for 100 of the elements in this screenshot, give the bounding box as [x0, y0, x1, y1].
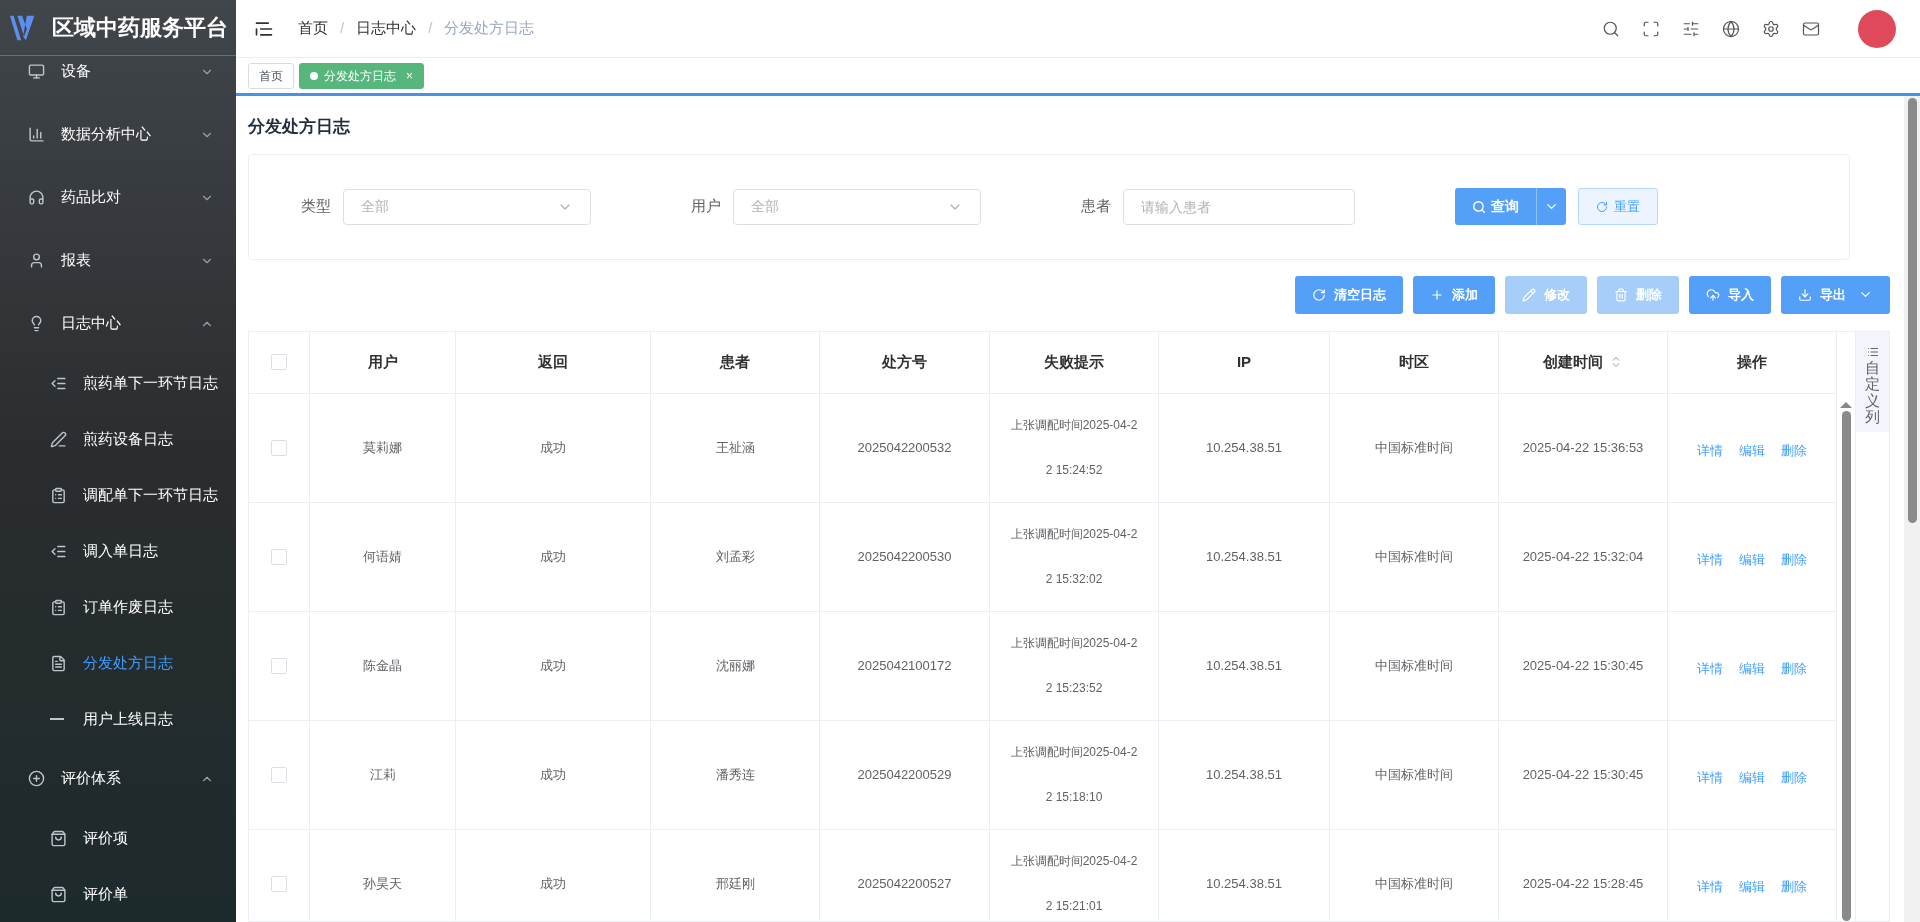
action-link[interactable]: 详情	[1697, 658, 1723, 679]
close-icon[interactable]: ×	[406, 66, 413, 85]
page-title: 分发处方日志	[248, 116, 351, 138]
page-tab[interactable]: 首页	[248, 62, 294, 89]
filter-label: 类型	[301, 196, 331, 217]
app-title: 区域中药服务平台	[52, 14, 228, 42]
action-link[interactable]: 编辑	[1739, 767, 1765, 788]
column-header: 处方号	[820, 331, 990, 393]
sidebar-item[interactable]: 报表	[0, 229, 236, 292]
table-cell-text: 2025-04-22 15:36:53	[1522, 438, 1644, 457]
table-cell-text: 2025-04-22 15:30:45	[1522, 765, 1644, 784]
sidebar-subitem[interactable]: 订单作废日志	[0, 579, 236, 635]
checkbox[interactable]	[271, 548, 287, 565]
sidebar-subitem[interactable]: 分发处方日志	[0, 635, 236, 691]
checkbox[interactable]	[271, 657, 287, 674]
toolbar-button[interactable]: 清空日志	[1295, 275, 1403, 314]
list-icon	[1866, 345, 1879, 358]
sidebar-subitem[interactable]: 调入单日志	[0, 523, 236, 579]
fullscreen-icon[interactable]	[1642, 19, 1660, 38]
sidebar-item[interactable]: 日志中心	[0, 292, 236, 355]
toolbar-button[interactable]: 导出	[1781, 275, 1890, 314]
document-icon	[50, 654, 67, 672]
toolbar-button[interactable]: 导入	[1689, 275, 1771, 314]
settings-icon[interactable]	[1762, 19, 1780, 38]
action-link[interactable]: 删除	[1781, 658, 1807, 679]
action-link[interactable]: 编辑	[1739, 876, 1765, 897]
sidebar-subitem[interactable]: 评价项	[0, 810, 236, 866]
action-link[interactable]: 编辑	[1739, 440, 1765, 461]
clipboard-icon	[50, 486, 67, 504]
refresh-icon	[1596, 200, 1608, 213]
sidebar-subitem[interactable]: 煎药设备日志	[0, 411, 236, 467]
sidebar-item[interactable]: 设备	[0, 56, 236, 103]
table-cell-text: 2025-04-22 15:28:45	[1522, 874, 1644, 893]
page-scrollbar-thumb[interactable]	[1907, 98, 1917, 523]
globe-icon[interactable]	[1722, 19, 1740, 38]
table-cell-text: 2025042200532	[857, 438, 952, 457]
sliders-icon[interactable]	[1682, 19, 1700, 38]
search-button[interactable]: 查询	[1455, 188, 1536, 225]
action-link[interactable]: 删除	[1781, 876, 1807, 897]
breadcrumb-item[interactable]: 日志中心	[356, 17, 417, 40]
headphones-icon	[28, 189, 45, 206]
sidebar-subitem[interactable]: 煎药单下一环节日志	[0, 355, 236, 411]
checkbox[interactable]	[271, 354, 287, 370]
action-link[interactable]: 详情	[1697, 440, 1723, 461]
table-cell-text: 2025042200527	[857, 874, 952, 893]
download-icon	[1798, 287, 1812, 302]
action-link[interactable]: 编辑	[1739, 658, 1765, 679]
table-cell-text: 成功	[540, 765, 566, 784]
sidebar-item[interactable]: 数据分析中心	[0, 103, 236, 166]
table-cell-text: 10.254.38.51	[1206, 547, 1282, 566]
checkbox[interactable]	[271, 439, 287, 456]
table-cell-text: 成功	[540, 438, 566, 457]
clipboard-icon	[50, 598, 67, 616]
sidebar-subitem[interactable]: 评价单	[0, 866, 236, 922]
search-icon[interactable]	[1602, 19, 1620, 38]
table-cell-text: 2025-04-22 15:30:45	[1522, 656, 1644, 675]
column-header: 操作	[1668, 331, 1837, 393]
table-cell-text: 10.254.38.51	[1206, 874, 1282, 893]
mail-icon[interactable]	[1802, 19, 1820, 38]
select-field[interactable]: 全部	[733, 188, 981, 225]
reset-button[interactable]: 重置	[1578, 188, 1658, 225]
avatar[interactable]	[1858, 9, 1896, 48]
column-settings-button[interactable]: 自定义列	[1856, 331, 1889, 432]
table-cell-text: 2025-04-22 15:32:04	[1522, 547, 1644, 566]
table-cell-text: 中国标准时间	[1375, 438, 1453, 457]
sidebar-subitem[interactable]: 用户上线日志	[0, 691, 236, 747]
sidebar-subitem[interactable]: 调配单下一环节日志	[0, 467, 236, 523]
table-cell-text: 10.254.38.51	[1206, 765, 1282, 784]
column-header[interactable]: 创建时间	[1499, 331, 1668, 393]
breadcrumb-item: 分发处方日志	[444, 18, 535, 39]
page-tab[interactable]: 分发处方日志 ×	[299, 62, 424, 89]
checkbox[interactable]	[271, 766, 287, 783]
dash-icon	[50, 718, 64, 720]
table-cell-text: 成功	[540, 874, 566, 893]
toolbar-button[interactable]: 添加	[1413, 275, 1495, 314]
action-link[interactable]: 编辑	[1739, 549, 1765, 570]
action-link[interactable]: 详情	[1697, 876, 1723, 897]
checkbox[interactable]	[271, 875, 287, 892]
action-link[interactable]: 删除	[1781, 440, 1807, 461]
bag-icon	[50, 829, 67, 847]
table-cell-text: 潘秀连	[715, 765, 755, 784]
cloud-upload-icon	[1706, 287, 1720, 302]
breadcrumb-item[interactable]: 首页	[298, 17, 328, 40]
column-header: IP	[1159, 331, 1330, 393]
action-link[interactable]: 删除	[1781, 767, 1807, 788]
action-link[interactable]: 删除	[1781, 549, 1807, 570]
select-field[interactable]: 全部	[343, 188, 591, 225]
sidebar-item[interactable]: 药品比对	[0, 166, 236, 229]
table-cell-text: 2025042200530	[857, 547, 952, 566]
action-link[interactable]: 详情	[1697, 767, 1723, 788]
plus-icon	[1430, 287, 1444, 302]
sidebar-item[interactable]: 评价体系	[0, 747, 236, 810]
action-link[interactable]: 详情	[1697, 549, 1723, 570]
input-field[interactable]: 请输入患者	[1123, 188, 1355, 225]
table-cell-text: 上张调配时间2025-04-22 15:23:52	[1009, 634, 1139, 697]
table-cell-text: 陈金晶	[363, 656, 402, 675]
table-cell-text: 中国标准时间	[1375, 656, 1453, 675]
table-scrollbar-thumb[interactable]	[1841, 410, 1851, 921]
table-cell-text: 孙昊天	[363, 874, 402, 893]
column-header: 患者	[651, 331, 820, 393]
